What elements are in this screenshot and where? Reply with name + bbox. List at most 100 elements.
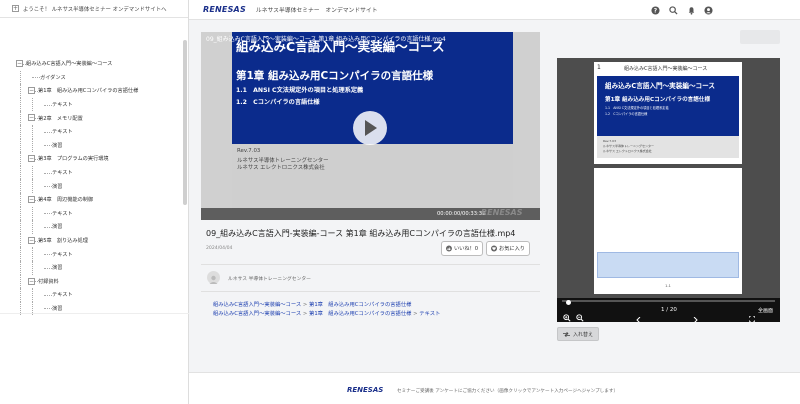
tree-guide-line <box>32 220 33 234</box>
user-icon[interactable] <box>703 5 713 15</box>
page-number: 1-1 <box>665 284 671 288</box>
sidebar-divider <box>0 313 189 314</box>
search-icon[interactable] <box>668 5 678 15</box>
tree-folder-item[interactable]: − 第2章 メモリ配置 <box>0 111 181 125</box>
video-player[interactable]: 組み込みC言語入門〜実装編〜コース 第1章 組み込み用Cコンパイラの言語仕様 1… <box>201 32 540 220</box>
breadcrumb-separator: > <box>413 311 418 317</box>
footer-logo[interactable]: RENESAS <box>347 386 383 394</box>
tree-guide-line <box>20 97 21 112</box>
tree-item-label: 第4章 周辺機能の制御 <box>38 197 94 204</box>
tree-connector <box>44 186 52 188</box>
document-progress-track[interactable] <box>562 300 775 305</box>
author-name: ルネサス 半導体トレーニングセンター <box>228 277 311 282</box>
tree-leaf-item[interactable]: テキスト <box>0 206 181 221</box>
tree-leaf-item[interactable]: 演習 <box>0 179 181 193</box>
collapse-icon[interactable]: − <box>16 60 23 67</box>
tree-folder-item[interactable]: − 組み込みC言語入門〜実装編〜コース <box>0 57 181 71</box>
volume-icon[interactable] <box>248 211 256 220</box>
breadcrumb-link[interactable]: 組み込みC言語入門〜実装編〜コース <box>213 302 301 308</box>
fullscreen-icon[interactable] <box>528 211 536 220</box>
expand-icon[interactable]: + <box>12 5 19 12</box>
tree-item-label: テキスト <box>52 170 73 177</box>
help-icon[interactable]: ? <box>650 5 660 15</box>
document-toolbar: 1 / 20 全画面 <box>557 298 780 322</box>
slide-chapter: 第1章 組み込み用Cコンパイラの言語仕様 <box>236 70 434 82</box>
tree-guide-line <box>20 260 21 275</box>
tree-leaf-item[interactable]: ガイダンス <box>0 70 181 85</box>
zoom-out-icon[interactable] <box>576 307 584 322</box>
page-title: 組み込みC言語入門〜実装編〜コース <box>605 82 716 90</box>
tree-guide-line <box>20 233 21 248</box>
breadcrumb-link[interactable]: 第1章 組み込み用Cコンパイラの言語仕様 <box>309 302 411 308</box>
tree-folder-item[interactable]: − 第5章 割り込み処理 <box>0 233 181 248</box>
tree-leaf-item[interactable]: 演習 <box>0 260 181 275</box>
favorite-button[interactable]: お気に入り <box>486 241 530 256</box>
tree-guide-line <box>20 179 21 193</box>
tree-connector <box>44 254 52 256</box>
tree-guide-line <box>20 274 21 289</box>
tree-leaf-item[interactable]: テキスト <box>0 97 181 112</box>
document-page-1: 1 組み込みC言語入門〜実装編〜コース 組み込みC言語入門〜実装編〜コース 第1… <box>594 62 742 164</box>
rewind-icon[interactable] <box>218 211 226 220</box>
tree-item-label: テキスト <box>52 292 73 299</box>
survey-link[interactable]: セミナーご受講後 アンケートにご協力ください（画像クリックでアンケート入力ページ… <box>397 388 618 394</box>
zoom-in-icon[interactable] <box>563 307 571 322</box>
tree-leaf-item[interactable]: 演習 <box>0 138 181 153</box>
breadcrumb-link[interactable]: 組み込みC言語入門〜実装編〜コース <box>213 311 301 317</box>
collapse-icon[interactable]: − <box>28 277 35 285</box>
tree-guide-line <box>32 260 33 275</box>
collapse-icon[interactable]: − <box>28 195 35 203</box>
tree-folder-item[interactable]: − 付録資料 <box>0 274 181 289</box>
tree-item-label: 第2章 メモリ配置 <box>38 115 83 122</box>
breadcrumb-link[interactable]: テキスト <box>419 311 440 317</box>
tree-leaf-item[interactable]: テキスト <box>0 165 181 180</box>
next-page-icon[interactable] <box>693 308 698 322</box>
tree-leaf-item[interactable]: テキスト <box>0 288 181 302</box>
document-viewer[interactable]: 1 組み込みC言語入門〜実装編〜コース 組み込みC言語入門〜実装編〜コース 第1… <box>557 58 780 322</box>
user-avatar-icon <box>209 275 218 284</box>
collapse-icon[interactable]: − <box>28 114 35 122</box>
page-section-2: 1.2 Cコンパイラの言語仕様 <box>605 112 648 116</box>
tree-folder-item[interactable]: − 第1章 組み込み用Cコンパイラの言語仕様 <box>0 84 181 98</box>
like-label: いいね！0 <box>453 246 478 252</box>
tree-guide-line <box>20 138 21 153</box>
tree-leaf-item[interactable]: テキスト <box>0 247 181 261</box>
sidebar-welcome[interactable]: + ようこそ！ ルネサス半導体セミナー オンデマンドサイトへ <box>0 0 188 18</box>
tree-folder-item[interactable]: − 第3章 プログラムの実行環境 <box>0 152 181 166</box>
prev-page-icon[interactable] <box>636 308 641 322</box>
document-progress-handle[interactable] <box>566 300 571 305</box>
tree-connector <box>44 104 52 106</box>
tree-connector <box>44 131 52 133</box>
collapse-icon[interactable]: − <box>28 236 35 244</box>
site-title: ルネサス半導体セミナー オンデマンドサイト <box>255 8 378 14</box>
tree-item-label: 演習 <box>52 224 63 231</box>
renesas-logo[interactable]: RENESAS <box>203 5 246 14</box>
bell-icon[interactable] <box>686 5 696 15</box>
tree-connector <box>44 226 52 228</box>
tree-folder-item[interactable]: − 第4章 周辺機能の制御 <box>0 192 181 207</box>
page-number: 1 <box>597 64 601 71</box>
like-button[interactable]: いいね！0 <box>441 241 483 256</box>
collapse-icon[interactable]: − <box>28 155 35 163</box>
fullscreen-label[interactable]: 全画面 <box>758 307 773 314</box>
tree-guide-line <box>20 70 21 85</box>
tree-connector <box>32 77 40 79</box>
forward-icon[interactable] <box>233 211 241 220</box>
tree-leaf-item[interactable]: 演習 <box>0 220 181 234</box>
swap-button[interactable]: 入れ替え <box>557 327 599 341</box>
tree-leaf-item[interactable]: テキスト <box>0 124 181 139</box>
tree-guide-line <box>20 247 21 261</box>
sidebar-welcome-label: ようこそ！ ルネサス半導体セミナー オンデマンドサイトへ <box>23 6 167 13</box>
tree-connector <box>44 308 52 310</box>
sidebar-scrollbar[interactable] <box>183 40 187 205</box>
breadcrumb-link[interactable]: 第1章 組み込み用Cコンパイラの言語仕様 <box>309 311 411 317</box>
play-small-icon[interactable] <box>206 211 212 220</box>
top-header: RENESAS ルネサス半導体セミナー オンデマンドサイト ? <box>189 0 800 20</box>
collapse-icon[interactable]: − <box>28 87 35 95</box>
course-tree: − 組み込みC言語入門〜実装編〜コース ガイダンス − 第1章 組み込み用Cコンパイラの… <box>0 57 181 316</box>
play-icon[interactable] <box>353 111 387 145</box>
tree-item-label: テキスト <box>52 251 73 258</box>
fullscreen-icon[interactable] <box>748 307 756 322</box>
thumbs-up-icon <box>446 245 452 252</box>
tree-item-label: 第3章 プログラムの実行環境 <box>38 156 109 163</box>
